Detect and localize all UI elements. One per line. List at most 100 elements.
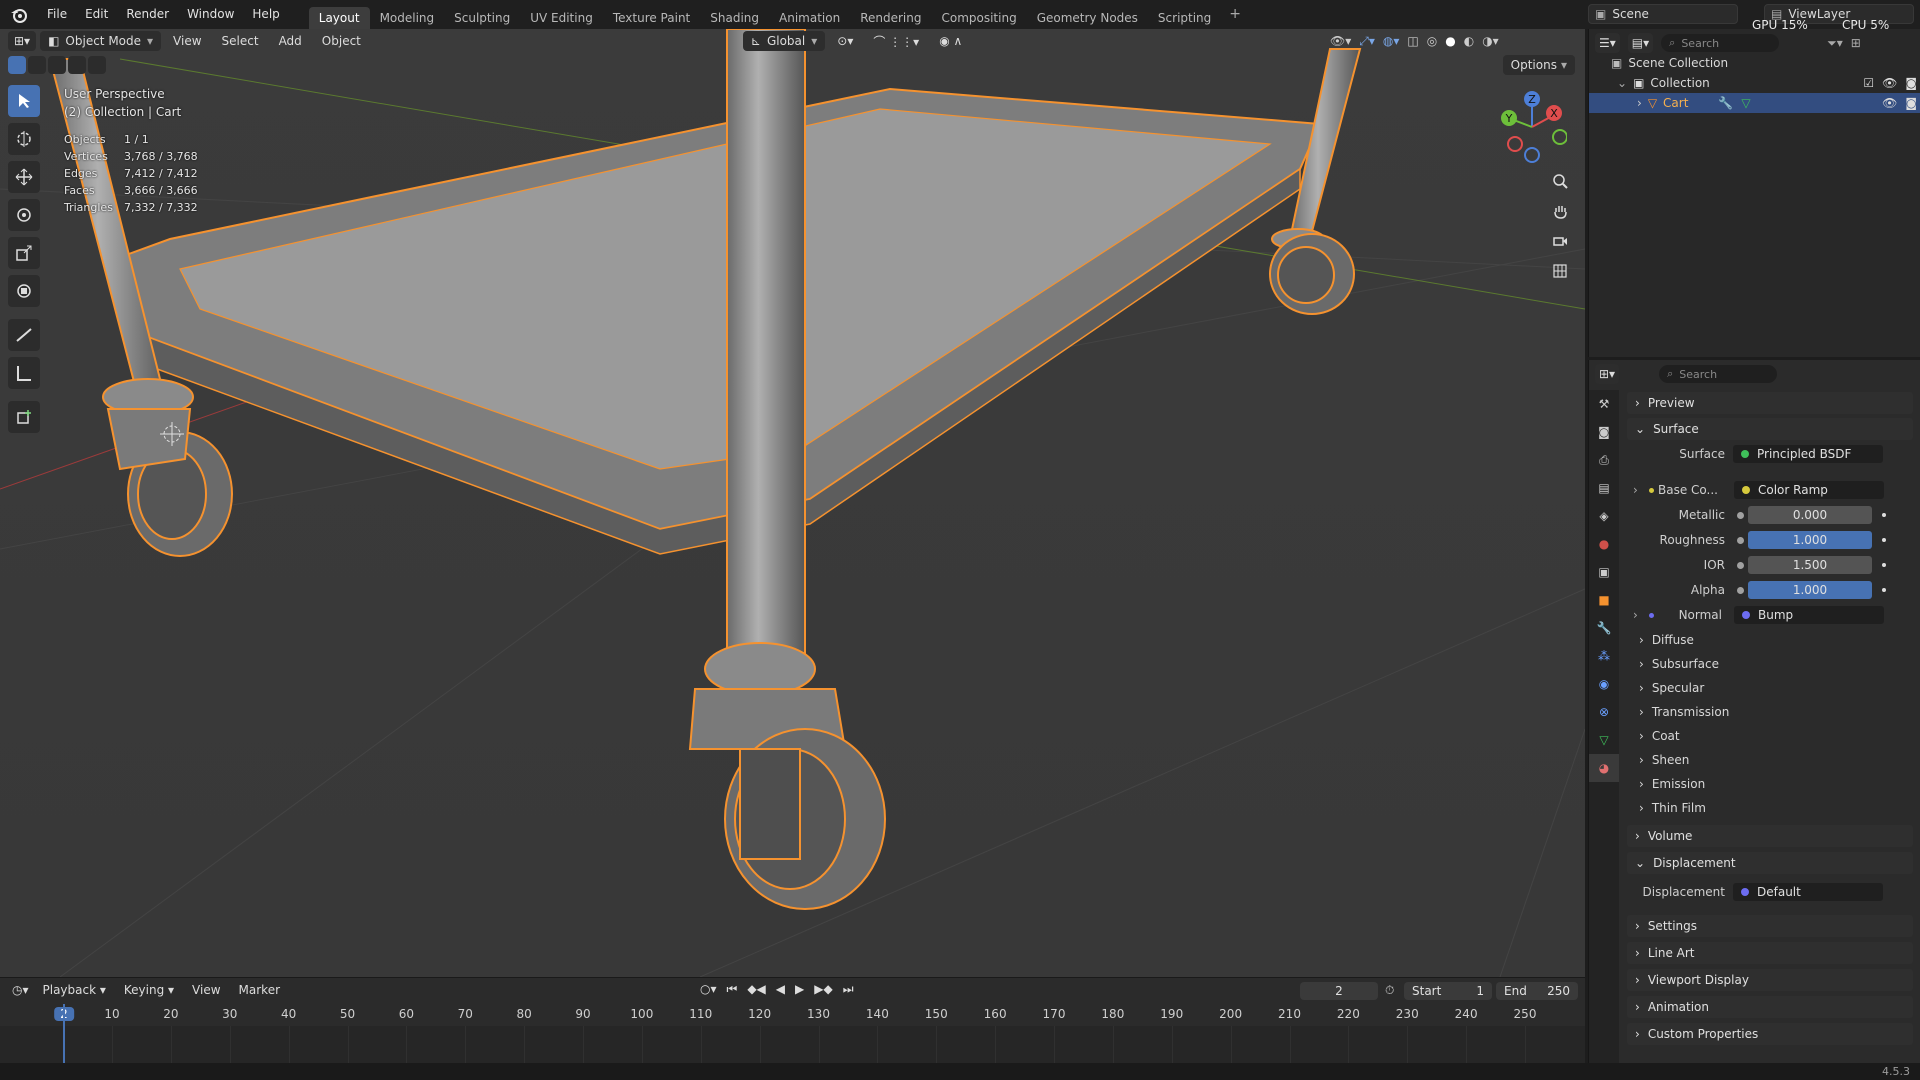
jump-start-icon[interactable]: ⏮ xyxy=(727,982,738,997)
scale-tool-icon[interactable] xyxy=(8,237,40,269)
object-mode-dropdown[interactable]: ◧ Object Mode ▾ xyxy=(40,31,162,51)
pan-hand-icon[interactable] xyxy=(1547,198,1573,224)
view-layer-tab-icon[interactable]: ▤ xyxy=(1589,474,1619,502)
scene-tab-icon[interactable]: ◈ xyxy=(1589,502,1619,530)
filter-icon[interactable]: ⏷▾ xyxy=(1827,36,1843,51)
jump-end-icon[interactable]: ⏭ xyxy=(843,982,854,997)
section-surface[interactable]: ⌄ Surface xyxy=(1627,418,1913,440)
tab-texture-paint[interactable]: Texture Paint xyxy=(603,7,700,29)
material-shading-icon[interactable]: ◐ xyxy=(1464,34,1474,49)
displacement-field[interactable]: Default xyxy=(1733,883,1883,901)
tab-rendering[interactable]: Rendering xyxy=(850,7,931,29)
section-preview[interactable]: › Preview xyxy=(1627,392,1913,414)
render-camera-icon[interactable]: ◙ xyxy=(1905,96,1917,110)
output-tab-icon[interactable]: ⎙ xyxy=(1589,446,1619,474)
end-frame-field[interactable]: End 250 xyxy=(1496,982,1578,1000)
properties-search-input[interactable]: ⌕ Search xyxy=(1659,365,1778,383)
solid-shading-icon[interactable]: ● xyxy=(1445,34,1455,49)
physics-tab-icon[interactable]: ◉ xyxy=(1589,670,1619,698)
material-tab-icon[interactable]: ◕ xyxy=(1589,754,1619,782)
base-color-field[interactable]: Color Ramp xyxy=(1734,481,1884,499)
menu-select[interactable]: Select xyxy=(214,34,267,48)
xray-toggle-icon[interactable]: ◫ xyxy=(1407,34,1418,49)
outliner-scene-collection[interactable]: ▣ Scene Collection xyxy=(1611,53,1728,73)
chevron-right-icon[interactable]: › xyxy=(1633,608,1645,622)
select-intersect-icon[interactable] xyxy=(88,56,106,74)
transform-tool-icon[interactable] xyxy=(8,275,40,307)
tab-layout[interactable]: Layout xyxy=(308,7,370,29)
start-frame-field[interactable]: Start 1 xyxy=(1404,982,1492,1000)
stopwatch-icon[interactable]: ⏱ xyxy=(1385,983,1394,998)
auto-keying-icon[interactable]: ○▾ xyxy=(700,982,717,997)
collection-tab-icon[interactable]: ▣ xyxy=(1589,558,1619,586)
blender-logo-icon[interactable] xyxy=(0,7,38,23)
transform-orientation-dropdown[interactable]: ⊾ Global ▾ xyxy=(742,31,826,51)
render-tab-icon[interactable]: ◙ xyxy=(1589,418,1619,446)
render-camera-icon[interactable]: ◙ xyxy=(1905,76,1917,90)
menu-playback[interactable]: Playback ▾ xyxy=(35,983,114,997)
menu-help[interactable]: Help xyxy=(243,0,288,29)
menu-keying[interactable]: Keying ▾ xyxy=(116,983,182,997)
subpanel-coat[interactable]: › Coat xyxy=(1639,726,1680,746)
section-settings[interactable]: › Settings xyxy=(1627,915,1913,937)
subpanel-diffuse[interactable]: › Diffuse xyxy=(1639,630,1694,650)
world-tab-icon[interactable]: ● xyxy=(1589,530,1619,558)
particles-tab-icon[interactable]: ⁂ xyxy=(1589,642,1619,670)
section-viewport-display[interactable]: › Viewport Display xyxy=(1627,969,1913,991)
clock-icon[interactable]: ◷▾ xyxy=(8,983,33,997)
scene-selector[interactable]: ▣ Scene xyxy=(1588,4,1738,24)
modifier-tab-icon[interactable]: 🔧 xyxy=(1589,614,1619,642)
playhead[interactable] xyxy=(63,1004,65,1064)
metallic-field[interactable]: 0.000 xyxy=(1748,506,1872,524)
tab-modeling[interactable]: Modeling xyxy=(370,7,445,29)
menu-render[interactable]: Render xyxy=(117,0,178,29)
current-frame-field[interactable]: 2 xyxy=(1300,982,1378,1000)
subpanel-emission[interactable]: › Emission xyxy=(1639,774,1705,794)
ior-field[interactable]: 1.500 xyxy=(1748,556,1872,574)
surface-shader-field[interactable]: Principled BSDF xyxy=(1733,445,1883,463)
cursor-tool-icon[interactable] xyxy=(8,123,40,155)
subpanel-subsurface[interactable]: › Subsurface xyxy=(1639,654,1719,674)
add-workspace-button[interactable]: + xyxy=(1221,0,1249,29)
alpha-field[interactable]: 1.000 xyxy=(1748,581,1872,599)
move-tool-icon[interactable] xyxy=(8,161,40,193)
tab-sculpting[interactable]: Sculpting xyxy=(444,7,520,29)
properties-editor-type-icon[interactable]: ⊞▾ xyxy=(1595,364,1620,384)
select-invert-icon[interactable] xyxy=(68,56,86,74)
section-line-art[interactable]: › Line Art xyxy=(1627,942,1913,964)
add-cube-tool-icon[interactable] xyxy=(8,401,40,433)
section-custom-properties[interactable]: › Custom Properties xyxy=(1627,1023,1913,1045)
outliner-editor-type-icon[interactable]: ☰▾ xyxy=(1595,33,1620,53)
menu-view[interactable]: View xyxy=(165,34,209,48)
pivot-icon[interactable]: ⊙▾ xyxy=(829,34,861,48)
tab-scripting[interactable]: Scripting xyxy=(1148,7,1221,29)
constraints-tab-icon[interactable]: ⊗ xyxy=(1589,698,1619,726)
options-dropdown[interactable]: Options ▾ xyxy=(1502,55,1575,75)
annotate-tool-icon[interactable] xyxy=(8,319,40,351)
normal-field[interactable]: Bump xyxy=(1734,606,1884,624)
editor-type-button[interactable]: ⊞▾ xyxy=(8,31,37,51)
menu-window[interactable]: Window xyxy=(178,0,243,29)
new-collection-icon[interactable]: ⊞ xyxy=(1851,36,1861,50)
visibility-icon[interactable]: 👁▾ xyxy=(1330,34,1351,49)
navigation-gizmo[interactable]: Z X Y xyxy=(1497,89,1567,164)
outliner-object-cart[interactable]: › ▽ Cart 🔧 ▽ 👁 ◙ xyxy=(1589,93,1920,113)
exclude-checkbox-icon[interactable]: ☑ xyxy=(1863,76,1874,90)
tab-compositing[interactable]: Compositing xyxy=(931,7,1026,29)
gizmo-toggle-icon[interactable]: ⤢▾ xyxy=(1359,34,1375,49)
proportional-edit-icon[interactable]: ◉ ∧ xyxy=(931,34,970,48)
visibility-eye-icon[interactable]: 👁 xyxy=(1882,76,1897,90)
outliner-search-input[interactable]: ⌕ Search xyxy=(1661,34,1780,52)
jump-keyframe-back-icon[interactable]: ◆◀ xyxy=(747,982,765,997)
tab-uv-editing[interactable]: UV Editing xyxy=(520,7,603,29)
camera-view-icon[interactable] xyxy=(1547,228,1573,254)
menu-timeline-view[interactable]: View xyxy=(184,983,228,997)
snap-icon[interactable]: ⌒ ⋮⋮▾ xyxy=(865,33,927,50)
select-subtract-icon[interactable] xyxy=(48,56,66,74)
select-box-tool-icon[interactable] xyxy=(8,85,40,117)
overlay-toggle-icon[interactable]: ◍▾ xyxy=(1383,34,1400,49)
menu-file[interactable]: File xyxy=(38,0,76,29)
menu-marker[interactable]: Marker xyxy=(231,983,288,997)
play-icon[interactable]: ▶ xyxy=(795,982,804,997)
tool-tab-icon[interactable]: ⚒ xyxy=(1589,390,1619,418)
